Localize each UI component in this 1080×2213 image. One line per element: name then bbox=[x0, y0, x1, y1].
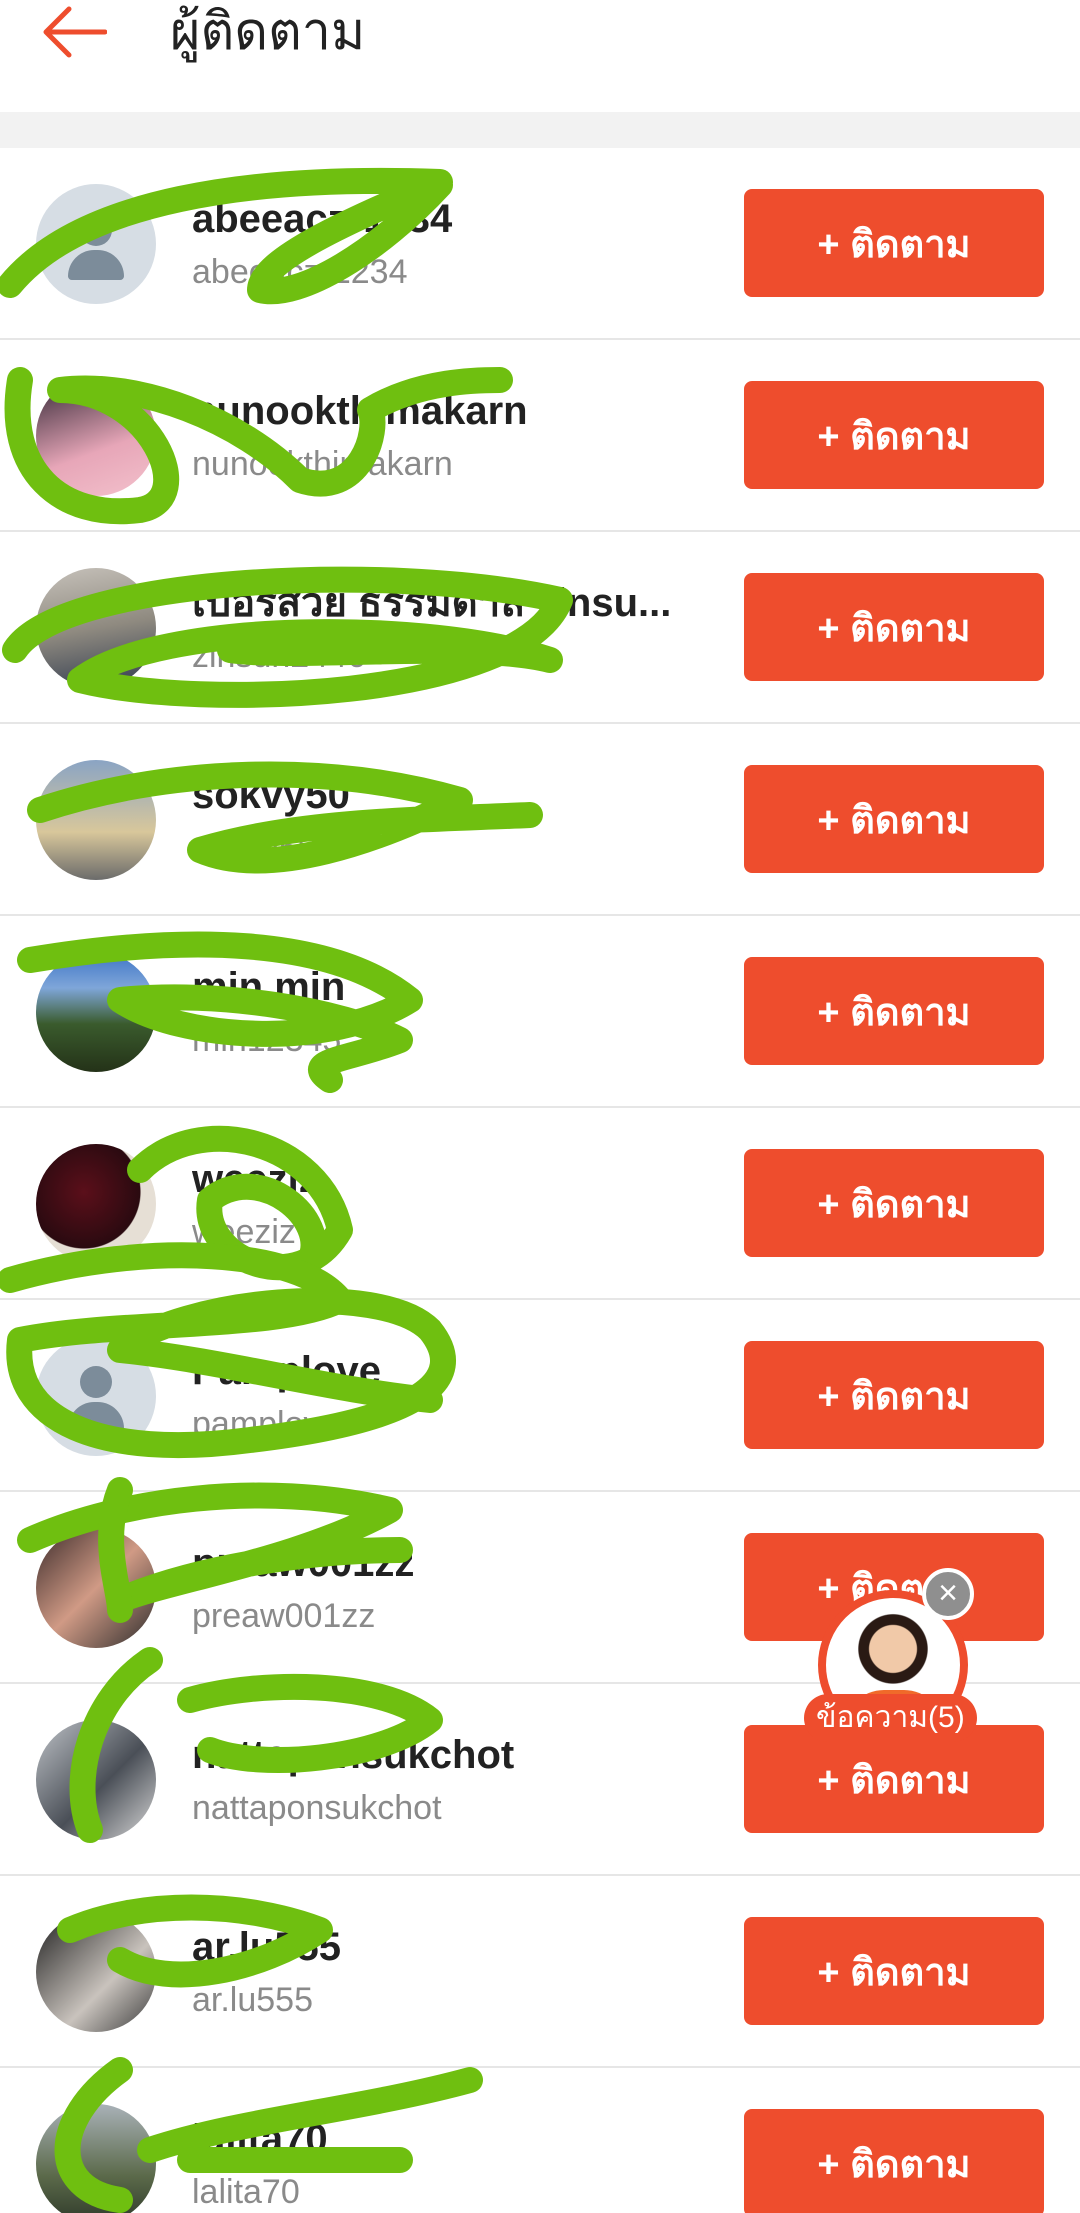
avatar[interactable] bbox=[36, 952, 156, 1072]
follower-handle: sokvy50 bbox=[192, 829, 317, 867]
follower-row[interactable]: weeziz weeziz + ติดตาม bbox=[0, 1108, 1080, 1300]
follower-handle: nattaponsukchot bbox=[192, 1789, 442, 1827]
avatar[interactable] bbox=[36, 568, 156, 688]
follow-button[interactable]: + ติดตาม bbox=[744, 381, 1044, 489]
follower-row[interactable]: lalita70 lalita70 + ติดตาม bbox=[0, 2068, 1080, 2213]
avatar[interactable] bbox=[36, 1336, 156, 1456]
avatar[interactable] bbox=[36, 2104, 156, 2213]
follower-handle: zinsun2446 bbox=[192, 637, 366, 675]
follow-button[interactable]: + ติดตาม bbox=[744, 957, 1044, 1065]
avatar[interactable] bbox=[36, 1528, 156, 1648]
follower-row[interactable]: nunookthimakarn nunookthimakarn + ติดตาม bbox=[0, 340, 1080, 532]
section-divider bbox=[0, 112, 1080, 148]
follower-handle: nunookthimakarn bbox=[192, 445, 453, 483]
chat-label[interactable]: ข้อความ(5) bbox=[804, 1694, 977, 1742]
back-button[interactable] bbox=[36, 2, 112, 62]
follower-name: abeeaczr1234 bbox=[192, 197, 453, 241]
avatar[interactable] bbox=[36, 1720, 156, 1840]
chat-bubble[interactable]: × ข้อความ(5) bbox=[804, 1568, 992, 1750]
follow-button[interactable]: + ติดตาม bbox=[744, 1149, 1044, 1257]
avatar[interactable] bbox=[36, 1144, 156, 1264]
follow-button[interactable]: + ติดตาม bbox=[744, 1917, 1044, 2025]
avatar[interactable] bbox=[36, 376, 156, 496]
follower-handle: min12345 bbox=[192, 1021, 342, 1059]
follower-name: min min bbox=[192, 965, 346, 1009]
follower-handle: ar.lu555 bbox=[192, 1981, 313, 2019]
follower-name: preaw001zz bbox=[192, 1541, 415, 1585]
follower-handle: preaw001zz bbox=[192, 1597, 376, 1635]
follower-name: เบอร์สวย ธรรมดาล zinsu... bbox=[192, 581, 672, 625]
follower-name: sokvy50 bbox=[192, 773, 350, 817]
avatar[interactable] bbox=[36, 760, 156, 880]
follower-name: lalita70 bbox=[192, 2117, 328, 2161]
follower-name: Pamplove bbox=[192, 1349, 381, 1393]
avatar[interactable] bbox=[36, 184, 156, 304]
header-bar: ผู้ติดตาม bbox=[0, 0, 1080, 112]
follower-row[interactable]: ar.lu555 ar.lu555 + ติดตาม bbox=[0, 1876, 1080, 2068]
follower-handle: pamplove bbox=[192, 1405, 340, 1443]
follower-handle: lalita70 bbox=[192, 2173, 300, 2211]
arrow-left-icon bbox=[43, 6, 107, 58]
follower-row[interactable]: เบอร์สวย ธรรมดาล zinsu... zinsun2446 + ต… bbox=[0, 532, 1080, 724]
follower-name: weeziz bbox=[192, 1157, 319, 1201]
follow-button[interactable]: + ติดตาม bbox=[744, 189, 1044, 297]
follower-row[interactable]: abeeaczr1234 abeeaczr1234 + ติดตาม bbox=[0, 148, 1080, 340]
follower-name: nattaponsukchot bbox=[192, 1733, 515, 1777]
followers-list: abeeaczr1234 abeeaczr1234 + ติดตาม nunoo… bbox=[0, 148, 1080, 2213]
follow-button[interactable]: + ติดตาม bbox=[744, 2109, 1044, 2213]
follower-handle: weeziz bbox=[192, 1213, 296, 1251]
follower-name: ar.lu555 bbox=[192, 1925, 342, 1969]
avatar[interactable] bbox=[36, 1912, 156, 2032]
follow-button[interactable]: + ติดตาม bbox=[744, 573, 1044, 681]
follower-row[interactable]: sokvy50 sokvy50 + ติดตาม bbox=[0, 724, 1080, 916]
follower-row[interactable]: min min min12345 + ติดตาม bbox=[0, 916, 1080, 1108]
follow-button[interactable]: + ติดตาม bbox=[744, 1341, 1044, 1449]
follow-button[interactable]: + ติดตาม bbox=[744, 765, 1044, 873]
follower-name: nunookthimakarn bbox=[192, 389, 528, 433]
page-title: ผู้ติดตาม bbox=[170, 2, 366, 62]
close-icon[interactable]: × bbox=[922, 1568, 974, 1620]
follower-row[interactable]: Pamplove pamplove + ติดตาม bbox=[0, 1300, 1080, 1492]
follower-handle: abeeaczr1234 bbox=[192, 253, 408, 291]
